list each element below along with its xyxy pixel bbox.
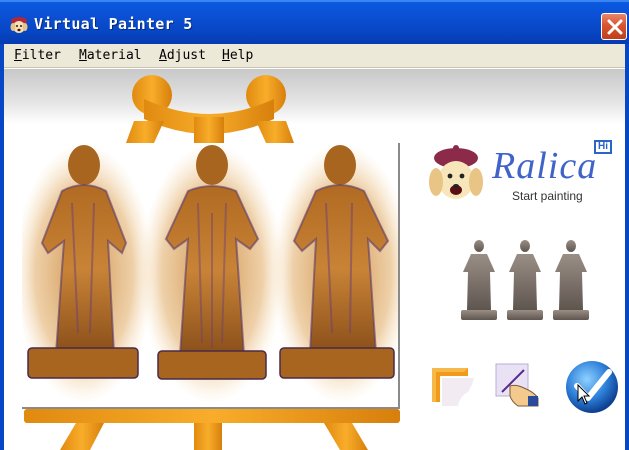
menu-adjust-label: djust: [166, 48, 206, 63]
window-title: Virtual Painter 5: [34, 15, 193, 33]
menu-material-accel: M: [79, 48, 87, 63]
apply-button[interactable]: [563, 358, 621, 416]
menu-adjust[interactable]: Adjust: [159, 48, 206, 63]
window-frame-right: [625, 44, 629, 450]
menu-adjust-accel: A: [159, 48, 167, 63]
menu-filter[interactable]: Filter: [14, 48, 61, 63]
close-icon: [607, 19, 623, 35]
title-bar[interactable]: Virtual Painter 5: [0, 0, 629, 44]
hand-brush-icon: [495, 363, 539, 407]
frame-button[interactable]: [428, 362, 474, 408]
painting-canvas[interactable]: [22, 143, 400, 409]
start-painting-label[interactable]: Start painting: [512, 189, 583, 203]
menu-bar: Filter Material Adjust Help: [0, 44, 629, 68]
menu-help[interactable]: Help: [222, 48, 253, 63]
preview-thumbnail: [461, 240, 589, 320]
hi-badge: Hi: [594, 140, 612, 154]
menu-filter-accel: F: [14, 48, 22, 63]
menu-filter-label: ilter: [21, 48, 61, 63]
checkmark-icon: [566, 361, 618, 413]
painter-face-icon: [9, 15, 29, 35]
close-button[interactable]: [601, 13, 627, 40]
paint-button[interactable]: [494, 362, 540, 408]
painter-dog-icon: [429, 145, 483, 199]
menu-help-label: elp: [229, 48, 254, 63]
menu-material-label: aterial: [86, 48, 142, 63]
mouse-cursor-icon: [577, 384, 591, 405]
brand-logo[interactable]: Ralica Hi Start painting: [424, 140, 614, 210]
menu-help-accel: H: [222, 48, 230, 63]
brand-name: Ralica: [492, 145, 598, 187]
frame-icon: [432, 368, 474, 406]
menu-material[interactable]: Material: [79, 48, 142, 63]
